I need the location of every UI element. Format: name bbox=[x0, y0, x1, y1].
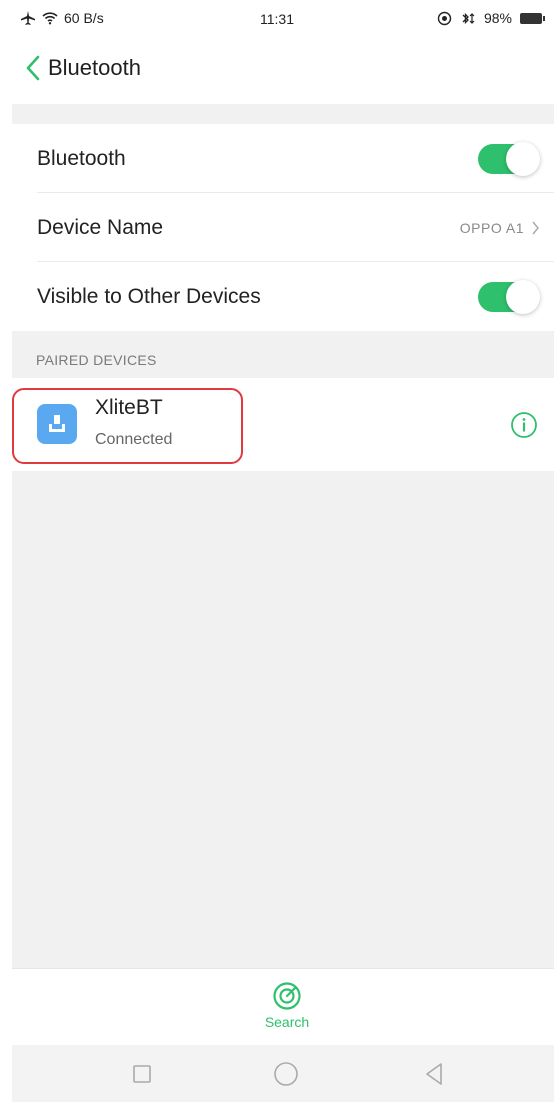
device-icon bbox=[37, 404, 77, 444]
visible-toggle[interactable] bbox=[478, 279, 540, 314]
chevron-left-icon bbox=[26, 55, 40, 81]
page-title: Bluetooth bbox=[48, 55, 141, 80]
visible-row[interactable]: Visible to Other Devices bbox=[12, 262, 554, 331]
device-name: XliteBT bbox=[95, 396, 163, 419]
back-triangle-icon[interactable] bbox=[420, 1059, 450, 1089]
bluetooth-status-icon bbox=[462, 12, 475, 24]
back-button[interactable]: Bluetooth bbox=[24, 55, 141, 81]
bluetooth-label: Bluetooth bbox=[37, 146, 126, 170]
chevron-right-icon bbox=[532, 221, 539, 234]
location-icon bbox=[437, 11, 452, 25]
info-icon[interactable] bbox=[510, 411, 538, 439]
home-circle-icon[interactable] bbox=[271, 1059, 301, 1089]
device-status: Connected bbox=[95, 431, 173, 448]
battery-icon bbox=[520, 12, 545, 24]
search-button[interactable]: Search bbox=[262, 981, 312, 1041]
status-right: 98% bbox=[437, 10, 545, 26]
bottom-toolbar: Search bbox=[12, 968, 554, 1044]
device-name-value: OPPO A1 bbox=[459, 219, 524, 236]
visible-label: Visible to Other Devices bbox=[37, 284, 261, 308]
toggle-knob bbox=[506, 141, 540, 176]
search-label: Search bbox=[264, 1014, 310, 1030]
bluetooth-row[interactable]: Bluetooth bbox=[12, 124, 554, 193]
bluetooth-toggle[interactable] bbox=[478, 141, 540, 176]
paired-device-row[interactable]: XliteBT Connected bbox=[12, 378, 554, 471]
status-bar: 60 B/s 11:31 98% bbox=[0, 0, 554, 40]
settings-card: Bluetooth Device Name OPPO A1 Visible to… bbox=[12, 124, 554, 331]
radar-search-icon bbox=[273, 982, 301, 1010]
device-name-label: Device Name bbox=[37, 215, 164, 239]
toggle-knob bbox=[506, 279, 540, 314]
battery-percent: 98% bbox=[483, 10, 512, 26]
paired-devices-header: PAIRED DEVICES bbox=[36, 352, 157, 368]
page-header: Bluetooth bbox=[0, 45, 554, 100]
system-nav-bar bbox=[12, 1045, 554, 1102]
app-glyph-icon bbox=[49, 415, 65, 432]
recents-square-icon[interactable] bbox=[127, 1059, 157, 1089]
device-name-row[interactable]: Device Name OPPO A1 bbox=[12, 193, 554, 262]
